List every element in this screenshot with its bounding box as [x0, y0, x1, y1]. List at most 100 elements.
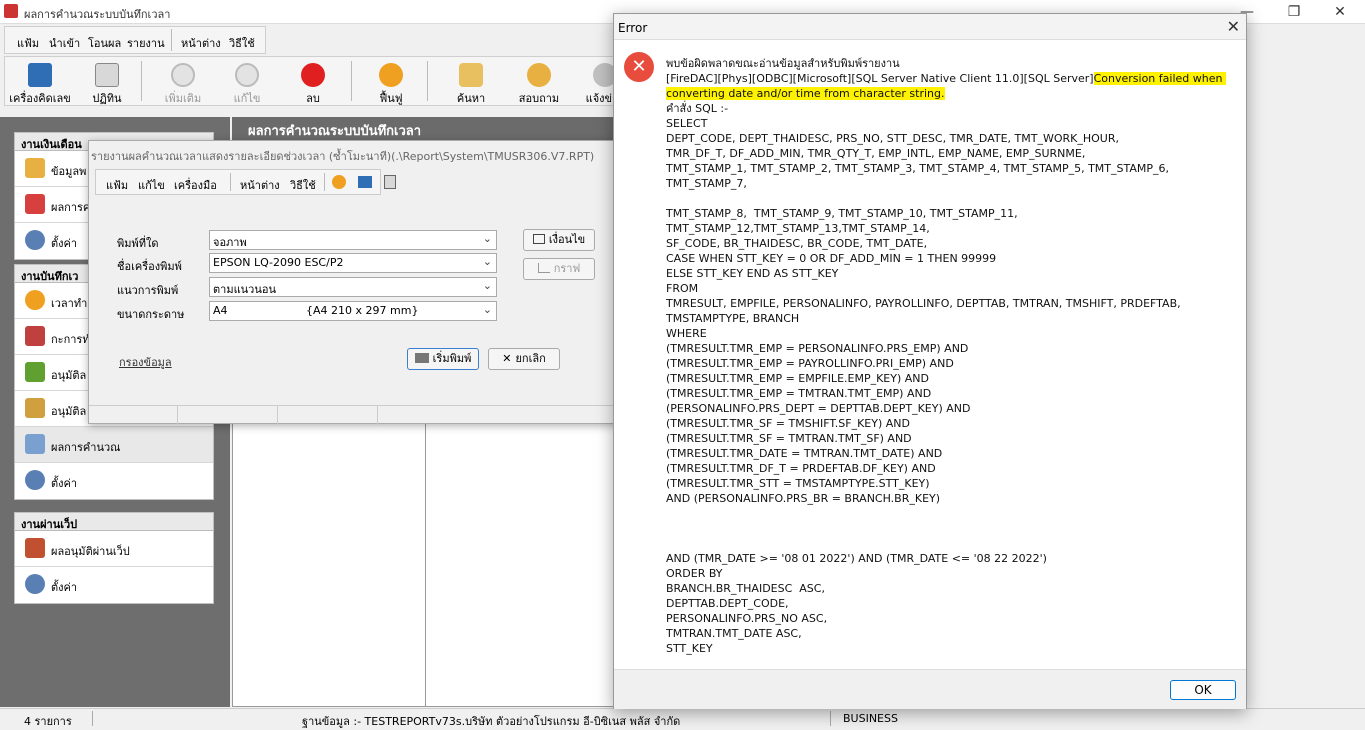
maximize-icon[interactable]: ❐: [1274, 2, 1314, 22]
where-print-label: พิมพ์ที่ใด: [117, 237, 159, 250]
menu-transfer[interactable]: โอนผล: [88, 34, 121, 52]
calculator-icon[interactable]: [358, 176, 372, 188]
error-footer: OK: [614, 669, 1246, 709]
toolbar-separator: [351, 61, 352, 101]
print-menu-edit[interactable]: แก้ไข: [138, 176, 165, 194]
error-title-bar: Error ✕: [614, 14, 1246, 40]
edit-button[interactable]: แก้ไข: [219, 57, 275, 105]
restore-icon: [379, 63, 403, 87]
search-button[interactable]: ค้นหา: [441, 57, 501, 105]
sql-text: SELECT DEPT_CODE, DEPT_THAIDESC, PRS_NO,…: [666, 117, 1181, 655]
nav-item-web-settings[interactable]: ตั้งค่า: [15, 567, 213, 603]
menu-window[interactable]: หน้าต่าง: [181, 34, 221, 52]
clock-icon: [25, 290, 45, 310]
close-icon[interactable]: ✕: [1227, 17, 1240, 36]
error-title: Error: [618, 21, 648, 35]
status-mode: BUSINESS: [843, 712, 898, 725]
status-count: 4 รายการ: [24, 715, 72, 728]
print-dialog: รายงานผลคำนวณเวลาแสดงรายละเอียดช่วงเวลา …: [88, 140, 620, 426]
print-menu-tools[interactable]: เครื่องมือ: [174, 176, 217, 194]
paper-size-select[interactable]: A4 {A4 210 x 297 mm} ⌄: [209, 301, 497, 321]
status-bar: 4 รายการ ฐานข้อมูล :- TESTREPORTv73s.บริ…: [0, 708, 1365, 728]
print-menu-window[interactable]: หน้าต่าง: [240, 176, 280, 194]
print-dialog-title: รายงานผลคำนวณเวลาแสดงรายละเอียดช่วงเวลา …: [91, 150, 595, 163]
menu-file[interactable]: แฟ้ม: [17, 34, 39, 52]
print-menu-bar: แฟ้ม แก้ไข เครื่องมือ หน้าต่าง วิธีใช้: [95, 169, 396, 195]
filter-link[interactable]: กรองข้อมูล: [119, 353, 172, 371]
window-title: ผลการคำนวณระบบบันทึกเวลา: [24, 8, 171, 21]
gear-icon: [25, 470, 45, 490]
error-message: พบข้อผิดพลาดขณะอ่านข้อมูลสำหรับพิมพ์รายง…: [666, 56, 1244, 656]
close-icon: ✕: [502, 352, 512, 365]
error-dialog: Error ✕ ✕ พบข้อผิดพลาดขณะอ่านข้อมูลสำหรั…: [613, 13, 1247, 709]
chevron-down-icon: ⌄: [482, 255, 492, 268]
calculator-icon: [28, 63, 52, 87]
cancel-button[interactable]: ✕ ยกเลิก: [488, 348, 560, 370]
nav-group-web: งานผ่านเว็ป ผลอนุมัติผ่านเว็ป ตั้งค่า: [14, 512, 214, 604]
calendar-icon: [95, 63, 119, 87]
refresh-icon[interactable]: [332, 175, 346, 189]
status-divider: [177, 406, 178, 426]
where-print-select[interactable]: จอภาพ ⌄: [209, 230, 497, 250]
menu-import[interactable]: นำเข้า: [49, 34, 80, 52]
calendar-icon[interactable]: [384, 175, 396, 189]
search-icon: [459, 63, 483, 87]
toolbar: เครื่องคิดเลข ปฏิทิน เพิ่มเติม แก้ไข ลบ …: [4, 56, 624, 106]
nav-group-title: งานผ่านเว็ป: [15, 513, 213, 531]
error-line1: พบข้อผิดพลาดขณะอ่านข้อมูลสำหรับพิมพ์รายง…: [666, 57, 900, 70]
nav-item-web-approve[interactable]: ผลอนุมัติผ่านเว็ป: [15, 531, 213, 567]
nav-item-calc-result[interactable]: ผลการคำนวณ: [15, 427, 213, 463]
chevron-down-icon: ⌄: [482, 279, 492, 292]
add-button[interactable]: เพิ่มเติม: [153, 57, 213, 105]
chevron-down-icon: ⌄: [482, 303, 492, 316]
content-header: ผลการคำนวณระบบบันทึกเวลา: [232, 117, 622, 141]
error-line2: [FireDAC][Phys][ODBC][Microsoft][SQL Ser…: [666, 72, 1226, 100]
sql-label: คำสั่ง SQL :-: [666, 102, 729, 115]
status-divider: [830, 711, 831, 726]
book-icon: [25, 538, 45, 558]
toolbar-separator: [427, 61, 428, 101]
app-icon: [4, 4, 18, 18]
gear-icon: [25, 574, 45, 594]
condition-button[interactable]: เงื่อนไข: [523, 229, 595, 251]
ok-button[interactable]: OK: [1170, 680, 1236, 700]
content-column: [232, 420, 426, 707]
calendar-grid-icon: [25, 326, 45, 346]
menu-report[interactable]: รายงาน: [127, 34, 165, 52]
delete-button[interactable]: ลบ: [285, 57, 341, 105]
graph-button[interactable]: กราฟ: [523, 258, 595, 280]
chevron-down-icon: ⌄: [482, 232, 492, 245]
printer-name-label: ชื่อเครื่องพิมพ์: [117, 260, 182, 273]
restore-button[interactable]: ฟื้นฟู: [363, 57, 419, 105]
menu-help[interactable]: วิธีใช้: [229, 34, 255, 52]
toolbar-separator: [141, 61, 142, 101]
folder-icon: [25, 158, 45, 178]
network-icon: [532, 234, 545, 244]
status-divider: [92, 711, 93, 726]
print-menu-help[interactable]: วิธีใช้: [290, 176, 316, 194]
stack-icon: [25, 194, 45, 214]
orientation-label: แนวการพิมพ์: [117, 284, 179, 297]
error-icon: ✕: [624, 52, 654, 82]
paper-size-label: ขนาดกระดาษ: [117, 308, 185, 321]
document-icon: [25, 398, 45, 418]
delete-icon: [301, 63, 325, 87]
edit-icon: [235, 63, 259, 87]
status-divider: [277, 406, 278, 426]
add-icon: [171, 63, 195, 87]
menu-separator: [230, 173, 231, 191]
list-icon: [25, 434, 45, 454]
calculator-button[interactable]: เครื่องคิดเลข: [7, 57, 73, 105]
start-print-button[interactable]: เริ่มพิมพ์: [407, 348, 479, 370]
menu-separator: [171, 29, 172, 51]
print-status-bar: [89, 405, 619, 426]
calendar-button[interactable]: ปฏิทิน: [79, 57, 135, 105]
printer-name-select[interactable]: EPSON LQ-2090 ESC/P2 ⌄: [209, 253, 497, 273]
orientation-select[interactable]: ตามแนวนอน ⌄: [209, 277, 497, 297]
close-icon[interactable]: ✕: [1320, 2, 1360, 22]
arrow-up-icon: [25, 362, 45, 382]
inquiry-button[interactable]: สอบถาม: [509, 57, 569, 105]
nav-item-ta-settings[interactable]: ตั้งค่า: [15, 463, 213, 499]
gear-icon: [25, 230, 45, 250]
print-menu-file[interactable]: แฟ้ม: [106, 176, 128, 194]
